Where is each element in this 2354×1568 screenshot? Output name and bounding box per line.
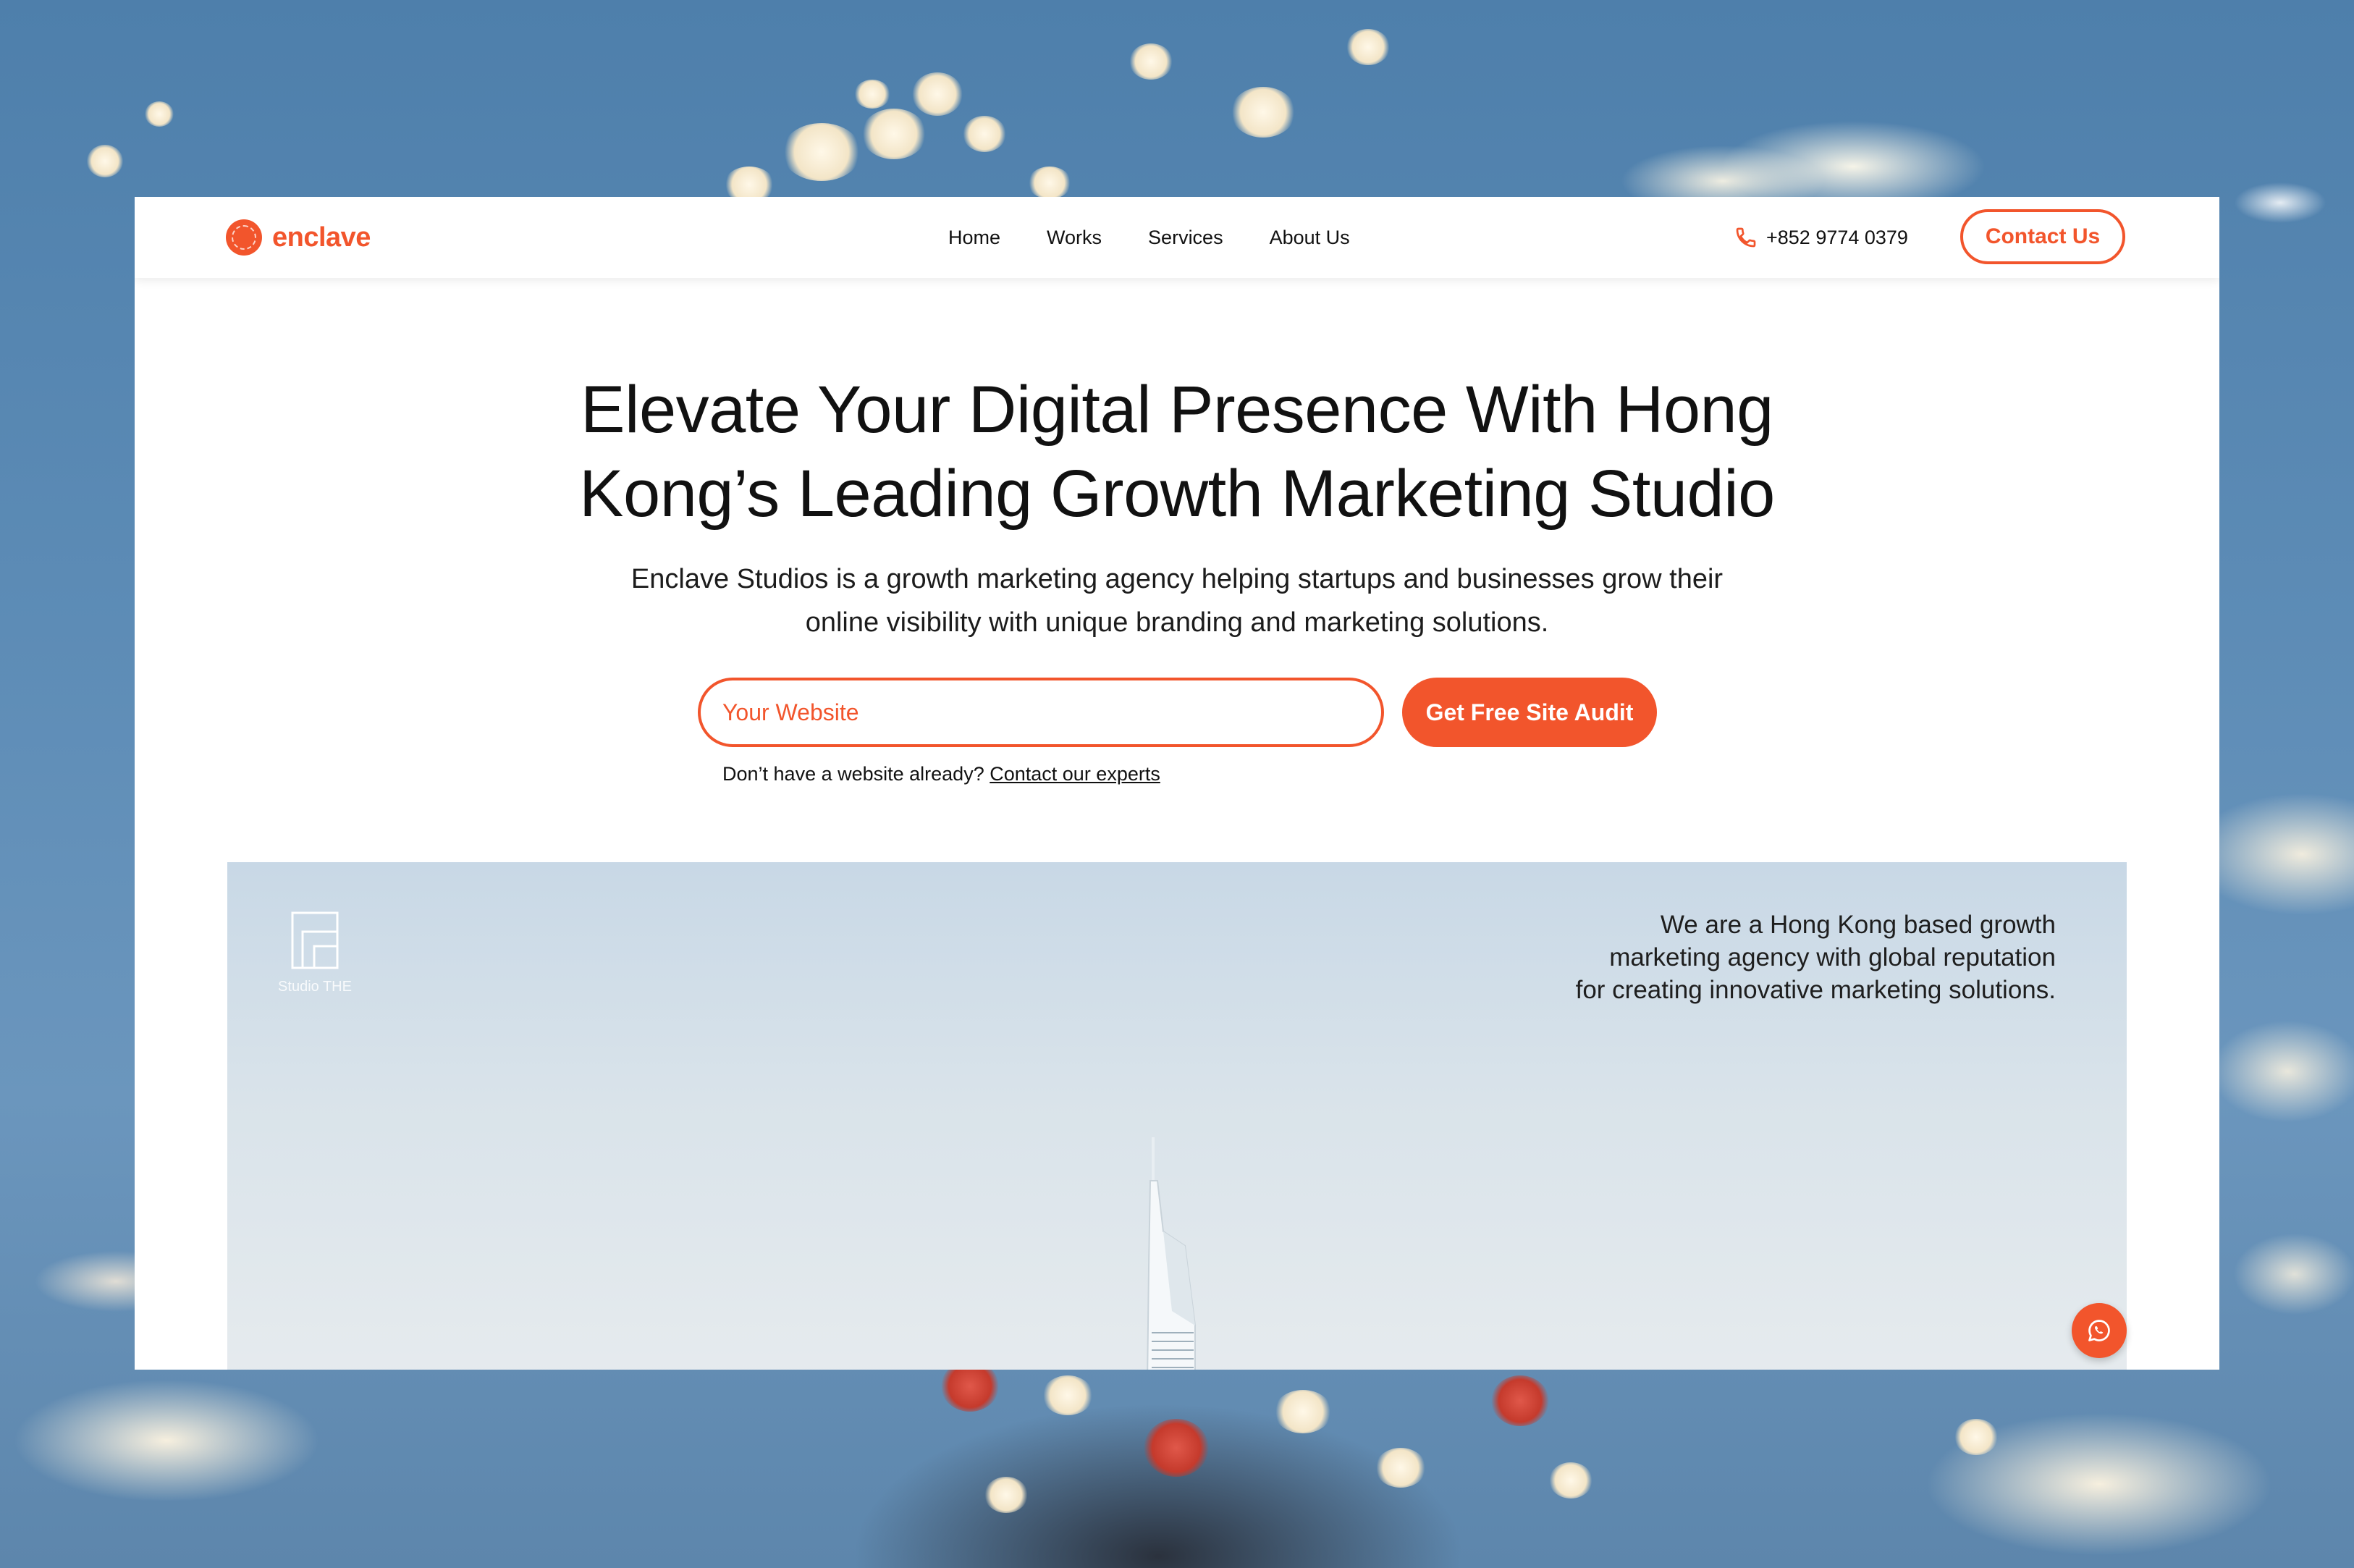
studio-logo-icon	[291, 911, 339, 969]
nav-item-services[interactable]: Services	[1148, 227, 1223, 249]
nav-item-works[interactable]: Works	[1047, 227, 1102, 249]
studio-logo: Studio THE	[275, 910, 355, 995]
main-nav: Home Works Services About Us	[948, 197, 1350, 278]
contact-experts-link[interactable]: Contact our experts	[990, 763, 1160, 785]
brand-name: enclave	[272, 222, 371, 253]
hero-title-line-2: Kong’s Leading Growth Marketing Studio	[579, 457, 1775, 531]
navbar: enclave Home Works Services About Us +85…	[135, 197, 2219, 278]
whatsapp-icon	[2088, 1320, 2110, 1341]
hero-subtitle-line-2: online visibility with unique branding a…	[805, 607, 1549, 638]
website-url-input[interactable]	[698, 678, 1384, 747]
nav-item-about-us[interactable]: About Us	[1270, 227, 1350, 249]
helper-prompt: Don’t have a website already?	[722, 763, 984, 785]
contact-us-button[interactable]: Contact Us	[1960, 209, 2125, 264]
hero-title-line-1: Elevate Your Digital Presence With Hong	[581, 373, 1773, 447]
enclave-logo-icon	[226, 219, 262, 256]
hero-subtitle-line-1: Enclave Studios is a growth marketing ag…	[630, 564, 1724, 594]
showcase-text: We are a Hong Kong based growth marketin…	[1506, 909, 2056, 1006]
whatsapp-chat-button[interactable]	[2072, 1303, 2127, 1358]
get-free-site-audit-button[interactable]: Get Free Site Audit	[1402, 678, 1657, 747]
showcase-text-line-2: marketing agency with global reputation	[1609, 943, 2056, 971]
showcase-text-line-3: for creating innovative marketing soluti…	[1575, 976, 2056, 1004]
studio-logo-text: Studio THE	[278, 979, 352, 995]
hero-title: Elevate Your Digital Presence With Hong …	[135, 368, 2219, 536]
phone-icon	[1736, 227, 1756, 248]
brand-logo[interactable]: enclave	[226, 219, 371, 256]
phone-link[interactable]: +852 9774 0379	[1734, 197, 1908, 278]
phone-number: +852 9774 0379	[1766, 226, 1908, 248]
helper-text: Don’t have a website already? Contact ou…	[722, 763, 1160, 785]
tower-image	[1147, 1137, 1196, 1370]
browser-window: enclave Home Works Services About Us +85…	[135, 197, 2219, 1370]
hero-subtitle: Enclave Studios is a growth marketing ag…	[526, 557, 1828, 644]
nav-item-home[interactable]: Home	[948, 227, 1000, 249]
showcase-text-line-1: We are a Hong Kong based growth	[1660, 911, 2056, 939]
showcase-image: Studio THE We are a Hong Kong based grow…	[227, 862, 2127, 1370]
